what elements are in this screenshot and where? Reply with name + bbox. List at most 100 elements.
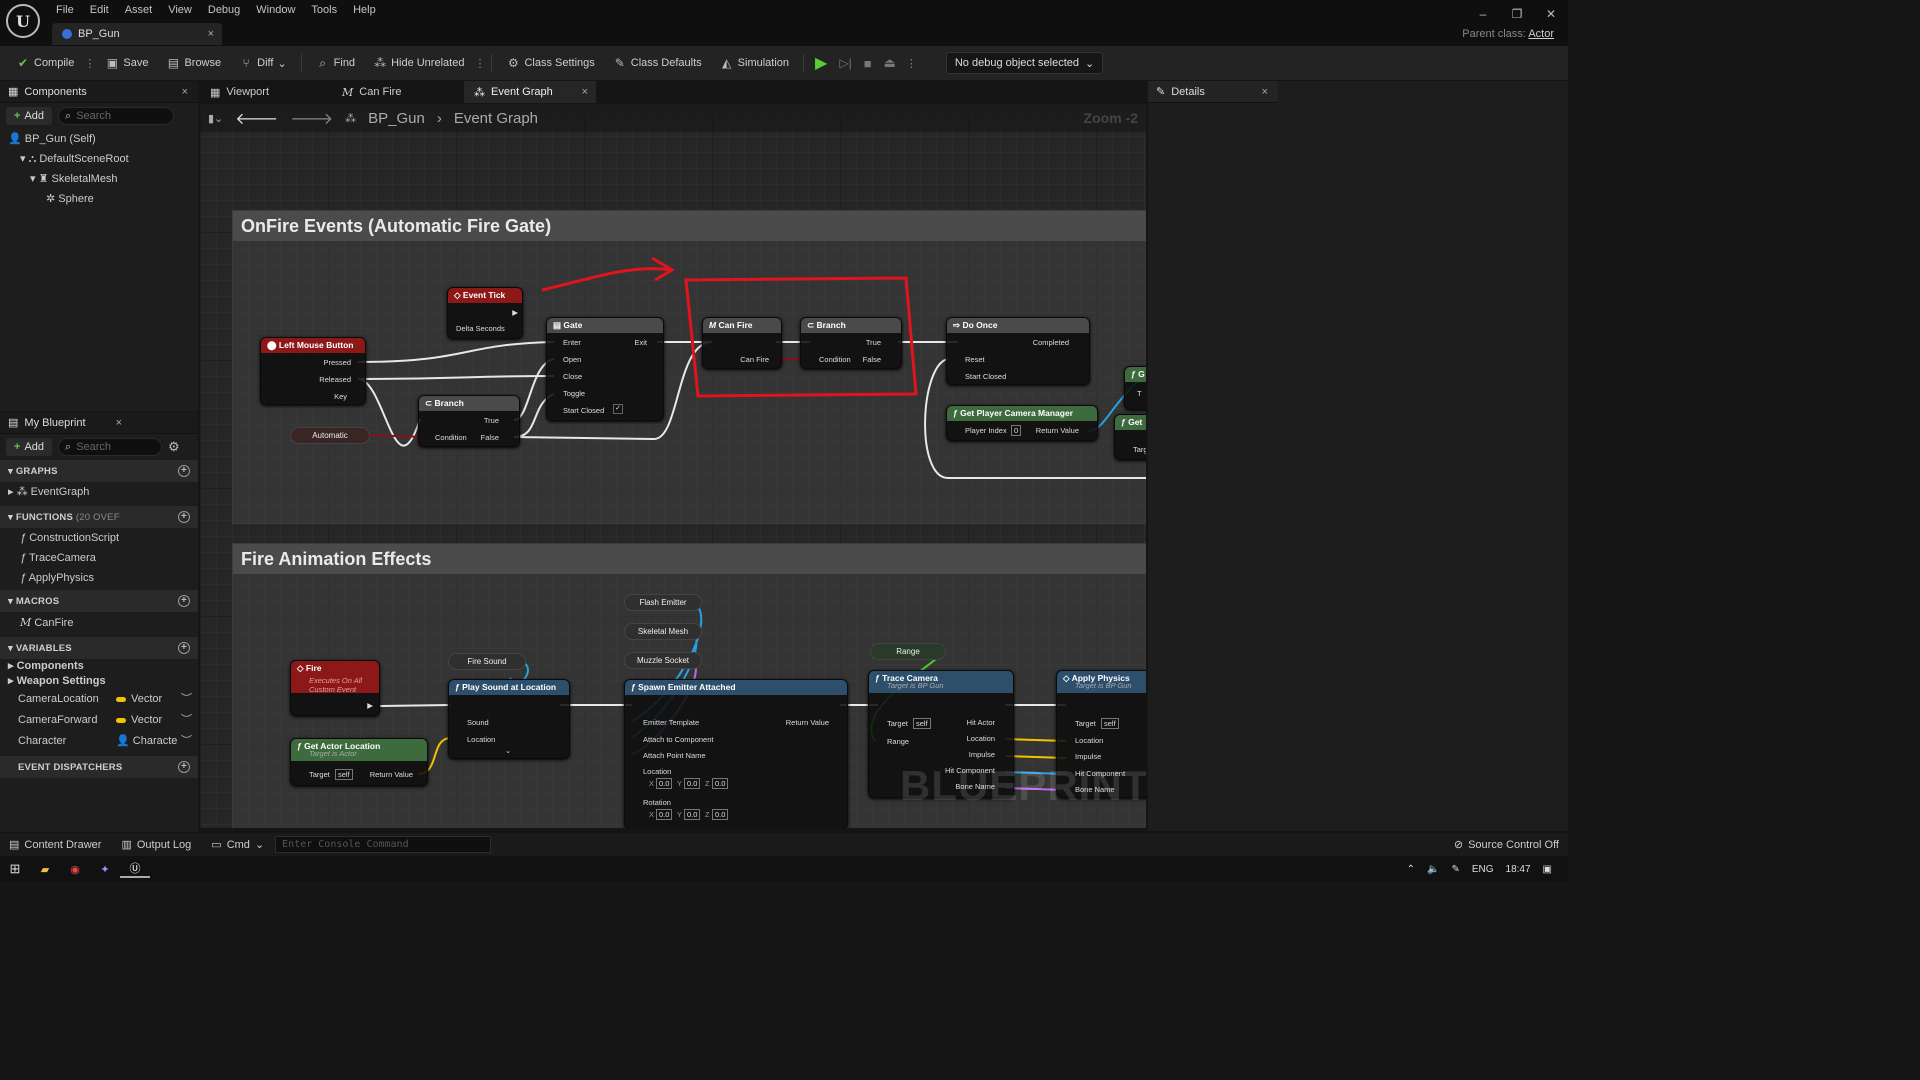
compile-button[interactable]: ✔ Compile [8,50,82,76]
node-do-once[interactable]: ⇨ Do Once Completed Reset Start Closed [946,317,1090,385]
node-branch-1[interactable]: ⊂ Branch True Condition False [418,395,520,447]
event-graph-canvas[interactable]: OnFire Events (Automatic Fire Gate) Fire… [200,104,1146,828]
breadcrumb-root[interactable]: BP_Gun [368,110,425,127]
content-drawer-button[interactable]: ▤ Content Drawer [0,838,110,852]
gear-icon[interactable]: ⚙ [168,439,180,455]
eye-icon[interactable]: ︶ [181,731,192,752]
forward-arrow-icon[interactable]: 🡒 [290,108,333,129]
play-options-icon[interactable]: ⋮ [903,57,920,70]
components-search-input[interactable]: ⌕ Search [58,107,175,125]
menu-asset[interactable]: Asset [117,2,161,18]
class-settings-button[interactable]: ⚙ Class Settings [498,50,602,76]
play-icon[interactable]: ▶ [810,53,832,73]
windows-start-icon[interactable]: ⊞ [0,861,30,877]
pen-icon[interactable]: ✎ [1451,864,1459,875]
add-dispatcher-icon[interactable]: + [178,761,190,773]
menu-tools[interactable]: Tools [303,2,345,18]
add-macro-icon[interactable]: + [178,595,190,607]
output-log-button[interactable]: ▥ Output Log [112,838,200,852]
stop-icon[interactable]: ■ [859,56,877,71]
tree-item-skeletal-mesh[interactable]: ▾ ♜ SkeletalMesh [8,169,198,189]
tree-item-sphere[interactable]: ✲ Sphere [8,189,198,209]
player-index-input[interactable]: 0 [1011,425,1022,436]
variable-item[interactable]: CameraLocation Vector ︶ [0,689,198,710]
graph-item-eventgraph[interactable]: ▸ ⁂ EventGraph [0,482,198,502]
menu-file[interactable]: File [48,2,82,18]
tab-event-graph[interactable]: ⁂ Event Graph × [464,81,596,103]
variables-section[interactable]: ▾ VARIABLES + [0,637,198,659]
tab-can-fire[interactable]: M Can Fire [332,81,464,103]
back-arrow-icon[interactable]: 🡐 [235,108,278,129]
node-skeletal-mesh-variable[interactable]: Skeletal Mesh [624,623,702,640]
my-blueprint-search-input[interactable]: ⌕ Search [58,438,163,456]
node-get-actor-location[interactable]: ƒ Get Actor Location Target is Actor Tar… [290,738,428,786]
node-event-tick[interactable]: ◇ Event Tick ▶ Delta Seconds [447,287,523,339]
add-component-button[interactable]: + Add [6,107,53,125]
parent-class-link[interactable]: Actor [1528,28,1554,40]
diff-button[interactable]: ⑂ Diff ⌄ [231,50,295,76]
unreal-engine-taskbar-icon[interactable]: Ⓤ [120,860,150,878]
node-automatic-variable[interactable]: Automatic [290,427,370,444]
node-play-sound-at-location[interactable]: ƒ Play Sound at Location Sound Location … [448,679,570,759]
menu-edit[interactable]: Edit [82,2,117,18]
clock[interactable]: 18:47 [1506,864,1531,875]
exec-pin-icon[interactable]: ▶ [512,308,518,317]
menu-help[interactable]: Help [345,2,384,18]
node-can-fire[interactable]: M Can Fire Can Fire [702,317,782,369]
macro-item[interactable]: M CanFire [0,613,198,633]
exec-pin-icon[interactable]: ▶ [367,701,373,710]
eye-icon[interactable]: ︶ [181,710,192,731]
hide-unrelated-button[interactable]: ⁂ Hide Unrelated [365,50,472,76]
minimize-button[interactable]: – [1466,0,1500,28]
unreal-logo-icon[interactable]: U [6,4,40,38]
close-window-button[interactable]: ✕ [1534,0,1568,28]
simulation-button[interactable]: ◭ Simulation [712,50,797,76]
node-partial-get-2[interactable]: ƒ Get Targ [1114,414,1146,460]
console-command-input[interactable]: Enter Console Command [275,836,492,853]
add-variable-icon[interactable]: + [178,642,190,654]
close-tab-icon[interactable]: × [582,86,588,98]
node-fire-event[interactable]: ◇ Fire Executes On All Custom Event ▶ [290,660,380,716]
tree-item-scene-root[interactable]: ▾ ⛬ DefaultSceneRoot [8,149,198,169]
volume-icon[interactable]: 🔈 [1427,864,1439,875]
node-partial-get-1[interactable]: ƒ G T [1124,366,1146,410]
rotation-x-input[interactable]: 0.0 [656,809,673,820]
my-blueprint-tab[interactable]: ▤ My Blueprint × [0,412,198,434]
components-tab[interactable]: ▦ Components × [0,81,198,103]
tree-item-self[interactable]: 👤 BP_Gun (Self) [8,129,198,149]
node-gate[interactable]: ▤ Gate Enter Exit Open Close Toggle Star… [546,317,664,421]
eye-icon[interactable]: ︶ [181,689,192,710]
close-panel-icon[interactable]: × [1262,86,1268,98]
chevron-down-icon[interactable]: ⌄ [505,746,511,755]
function-item[interactable]: ƒ ApplyPhysics [0,568,198,588]
find-button[interactable]: ⌕ Find [308,50,363,76]
menu-debug[interactable]: Debug [200,2,248,18]
node-range-variable[interactable]: Range [870,643,946,660]
close-panel-icon[interactable]: × [116,417,122,429]
node-spawn-emitter-attached[interactable]: ƒ Spawn Emitter Attached Emitter Templat… [624,679,848,828]
variable-group-weapon-settings[interactable]: ▸ Weapon Settings [0,674,198,689]
source-control-button[interactable]: ⊘ Source Control Off [1445,838,1568,852]
rotation-z-input[interactable]: 0.0 [712,809,729,820]
start-closed-checkbox[interactable]: ✓ [613,404,623,414]
close-tab-icon[interactable]: × [208,28,214,40]
node-get-player-camera-manager[interactable]: ƒ Get Player Camera Manager Player Index… [946,405,1098,441]
event-dispatchers-section[interactable]: EVENT DISPATCHERS + [0,756,198,778]
variable-item[interactable]: CameraForward Vector ︶ [0,710,198,731]
details-tab[interactable]: ✎ Details × [1148,81,1278,103]
add-member-button[interactable]: + Add [6,438,53,456]
node-fire-sound-variable[interactable]: Fire Sound [448,653,526,670]
functions-section[interactable]: ▾ FUNCTIONS (20 OVEF + [0,506,198,528]
game-controller-icon[interactable]: ✦ [90,863,120,876]
location-y-input[interactable]: 0.0 [684,778,701,789]
chevron-up-icon[interactable]: ⌃ [1407,864,1415,875]
compile-options-icon[interactable]: ⋮ [84,57,95,70]
language-indicator[interactable]: ENG [1472,864,1494,875]
class-defaults-button[interactable]: ✎ Class Defaults [605,50,710,76]
menu-view[interactable]: View [160,2,200,18]
add-function-icon[interactable]: + [178,511,190,523]
variable-item[interactable]: Character 👤 Characte ︶ [0,731,198,752]
bookmark-icon[interactable]: ▮⌄ [208,112,223,125]
macros-section[interactable]: ▾ MACROS + [0,590,198,612]
chrome-icon[interactable]: ◉ [60,863,90,876]
